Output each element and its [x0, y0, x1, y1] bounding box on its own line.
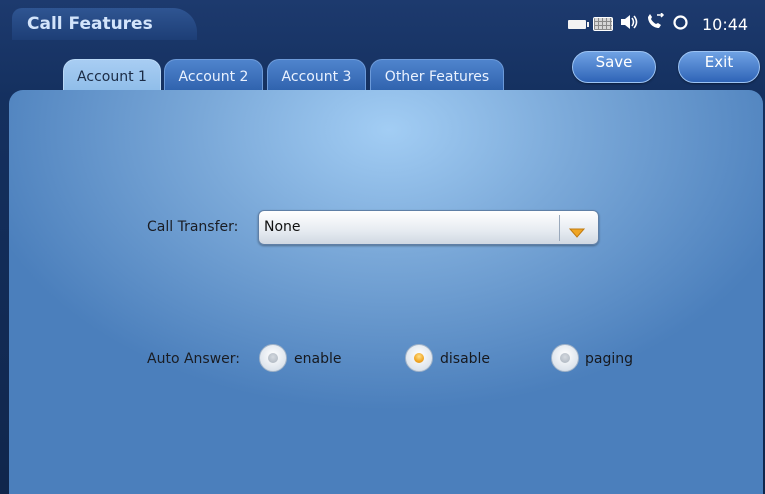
- save-button[interactable]: Save: [572, 51, 656, 83]
- status-bar: 10:44: [568, 12, 749, 35]
- keyboard-icon[interactable]: [593, 17, 613, 31]
- call-transfer-value: None: [264, 219, 301, 235]
- radio-paging[interactable]: [551, 344, 579, 372]
- radio-label-enable[interactable]: enable: [294, 351, 341, 367]
- chevron-down-icon[interactable]: [568, 223, 586, 242]
- radio-disable[interactable]: [405, 344, 433, 372]
- tab-account-2[interactable]: Account 2: [164, 59, 263, 91]
- speaker-volume-icon[interactable]: [620, 14, 638, 34]
- radio-indicator: [414, 353, 424, 363]
- radio-label-disable[interactable]: disable: [440, 351, 490, 367]
- app-window: Call Features 10:44 Save Exit Account 1 …: [0, 0, 765, 494]
- tab-other-features[interactable]: Other Features: [370, 59, 504, 91]
- settings-panel: [9, 90, 763, 494]
- tab-account-3[interactable]: Account 3: [267, 59, 366, 91]
- tab-account-1[interactable]: Account 1: [63, 59, 161, 91]
- radio-enable[interactable]: [259, 344, 287, 372]
- radio-indicator: [268, 353, 278, 363]
- battery-icon: [568, 19, 589, 29]
- exit-button[interactable]: Exit: [678, 51, 760, 83]
- call-transfer-select[interactable]: None: [258, 210, 599, 245]
- auto-answer-label: Auto Answer:: [147, 351, 240, 367]
- call-transfer-label: Call Transfer:: [147, 219, 239, 235]
- sync-icon: [672, 14, 689, 35]
- radio-label-paging[interactable]: paging: [585, 351, 633, 367]
- page-title: Call Features: [27, 14, 153, 34]
- call-forward-icon[interactable]: [645, 12, 665, 35]
- radio-indicator: [560, 353, 570, 363]
- select-divider: [559, 215, 560, 241]
- clock: 10:44: [702, 14, 749, 34]
